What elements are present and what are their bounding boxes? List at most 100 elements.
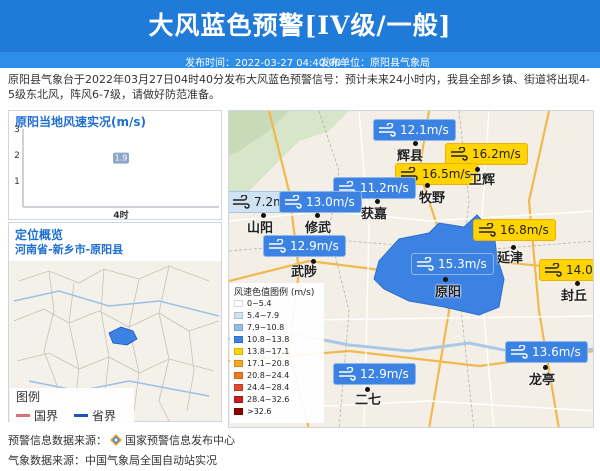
legend-range: 13.8~17.1: [247, 346, 290, 356]
legend-swatch: [234, 383, 243, 391]
legend-swatch: [234, 299, 243, 307]
legend-swatch: [234, 311, 243, 319]
wind-icon: [285, 195, 302, 209]
legend-provincial-border: 省界: [74, 407, 116, 424]
warning-summary: 原阳县气象台于2022年03月27日04时40分发布大风蓝色预警信号：预计未来2…: [8, 73, 590, 101]
station-label[interactable]: 12.9m/s: [333, 363, 416, 385]
weather-source-line: 气象数据来源：中国气象局全国自动站实况: [8, 452, 217, 468]
station-label[interactable]: 16.2m/s: [445, 143, 528, 165]
station-label[interactable]: 14.0m/s: [539, 259, 593, 281]
wind-speed-value: 13.0m/s: [306, 195, 355, 209]
town-label[interactable]: 修武: [305, 217, 331, 236]
town-label[interactable]: 二七: [355, 389, 381, 408]
wind-speed-value: 12.9m/s: [360, 367, 409, 381]
legend-row: 5.4~7.9: [234, 310, 279, 320]
wind-speed-value: 13.6m/s: [532, 345, 581, 359]
data-label: 1.9: [115, 154, 128, 163]
wind-icon: [417, 257, 434, 271]
y-tick-label: 1: [14, 177, 20, 187]
publish-unit: 发布单位：原阳县气象局: [320, 58, 430, 69]
legend-range: 10.8~13.8: [247, 334, 290, 344]
town-label[interactable]: 牧野: [419, 187, 445, 206]
publish-info-bar: 发布时间：2022-03-27 04:40:00 发布单位：原阳县气象局: [0, 52, 600, 69]
town-label[interactable]: 封丘: [561, 285, 587, 304]
legend-range: 5.4~7.9: [247, 310, 280, 320]
provincial-border-label: 省界: [92, 409, 117, 423]
wind-speed-value: 15.3m/s: [438, 257, 487, 271]
town-label[interactable]: 辉县: [397, 145, 423, 164]
legend-range: 0~5.4: [247, 298, 272, 308]
station-label[interactable]: 15.3m/s: [411, 253, 494, 275]
weather-source-label: 气象数据来源：中国气象局全国自动站实况: [8, 454, 217, 467]
town-label[interactable]: 延津: [497, 247, 523, 266]
national-border-label: 国界: [34, 409, 59, 423]
station-label[interactable]: 13.6m/s: [505, 341, 588, 363]
legend-swatch: [234, 407, 243, 415]
legend-swatch: [234, 359, 243, 367]
wind-speed-value: 11.2m/s: [360, 181, 409, 195]
legend-range: 7.9~10.8: [247, 322, 285, 332]
warning-center-name[interactable]: 国家预警信息发布中心: [125, 432, 235, 448]
wind-icon: [511, 345, 528, 359]
wind-speed-value: 16.2m/s: [472, 147, 521, 161]
y-tick-label: 3: [14, 125, 20, 135]
national-border-line: [16, 414, 30, 417]
station-label[interactable]: 12.1m/s: [373, 119, 456, 141]
legend-swatch: [234, 335, 243, 343]
legend-row: 28.4~32.6: [234, 394, 289, 404]
header-bar: 大风蓝色预警[IV级/一般]: [0, 0, 600, 52]
town-label[interactable]: 山阳: [247, 217, 273, 236]
town-label[interactable]: 龙亭: [529, 369, 555, 388]
town-label[interactable]: 武陟: [291, 261, 317, 280]
wind-color-legend: 风速色值图例 (m/s) 0~5.4 5.4~7.9 7.9~10.8 10.8…: [230, 283, 324, 423]
publish-time: 发布时间：2022-03-27 04:40:00: [185, 58, 342, 69]
legend-swatch: [234, 371, 243, 379]
legend-range: >32.6: [247, 406, 272, 416]
legend-row: 17.1~20.8: [234, 358, 289, 368]
wind-icon: [269, 239, 286, 253]
legend-range: 28.4~32.6: [247, 394, 290, 404]
x-tick-label: 4时: [113, 209, 128, 221]
warning-title: 大风蓝色预警[IV级/一般]: [148, 11, 452, 40]
boundary-legend-title: 图例: [16, 390, 41, 404]
wind-speed-value: 16.8m/s: [500, 223, 549, 237]
legend-swatch: [234, 347, 243, 355]
legend-row: 0~5.4: [234, 298, 272, 308]
station-label[interactable]: 12.9m/s: [263, 235, 346, 257]
wind-speed-value: 14.0m/s: [566, 263, 593, 277]
legend-row: 24.4~28.4: [234, 382, 289, 392]
wind-speed-chart: 1 2 3 1.9 4时: [14, 125, 219, 221]
town-label[interactable]: 原阳: [435, 281, 461, 300]
legend-national-border: 国界: [16, 407, 58, 424]
station-label[interactable]: 16.8m/s: [473, 219, 556, 241]
legend-range: 17.1~20.8: [247, 358, 290, 368]
wind-legend-title: 风速色值图例 (m/s): [234, 288, 315, 298]
warning-source-line: 预警信息数据来源： 国家预警信息发布中心: [8, 432, 235, 448]
legend-range: 24.4~28.4: [247, 382, 290, 392]
wind-icon: [339, 367, 356, 381]
legend-swatch: [234, 395, 243, 403]
y-tick-label: 2: [14, 151, 20, 161]
wind-speed-value: 12.1m/s: [400, 123, 449, 137]
legend-row: 20.8~24.4: [234, 370, 289, 380]
legend-swatch: [234, 323, 243, 331]
legend-range: 20.8~24.4: [247, 370, 290, 380]
warning-source-label: 预警信息数据来源：: [8, 434, 107, 447]
legend-row: 10.8~13.8: [234, 334, 289, 344]
town-label[interactable]: 获嘉: [361, 203, 387, 222]
location-region: 河南省-新乡市-原阳县: [15, 243, 124, 256]
town-label[interactable]: 卫辉: [469, 169, 495, 188]
legend-row: >32.6: [234, 406, 272, 416]
legend-row: 7.9~10.8: [234, 322, 284, 332]
legend-row: 13.8~17.1: [234, 346, 289, 356]
wind-speed-panel: 原阳当地风速实况(m/s) 1 2 3 1.9 4时: [8, 110, 222, 221]
wind-speed-value: 12.9m/s: [290, 239, 339, 253]
provincial-border-line: [74, 414, 88, 417]
wind-icon: [479, 223, 496, 237]
wind-speed-value: 16.5m/s: [422, 167, 471, 181]
warning-center-logo-icon: [110, 434, 122, 446]
wind-icon: [379, 123, 396, 137]
station-label[interactable]: 13.0m/s: [279, 191, 362, 213]
wind-icon: [451, 147, 468, 161]
wind-icon: [233, 195, 250, 209]
